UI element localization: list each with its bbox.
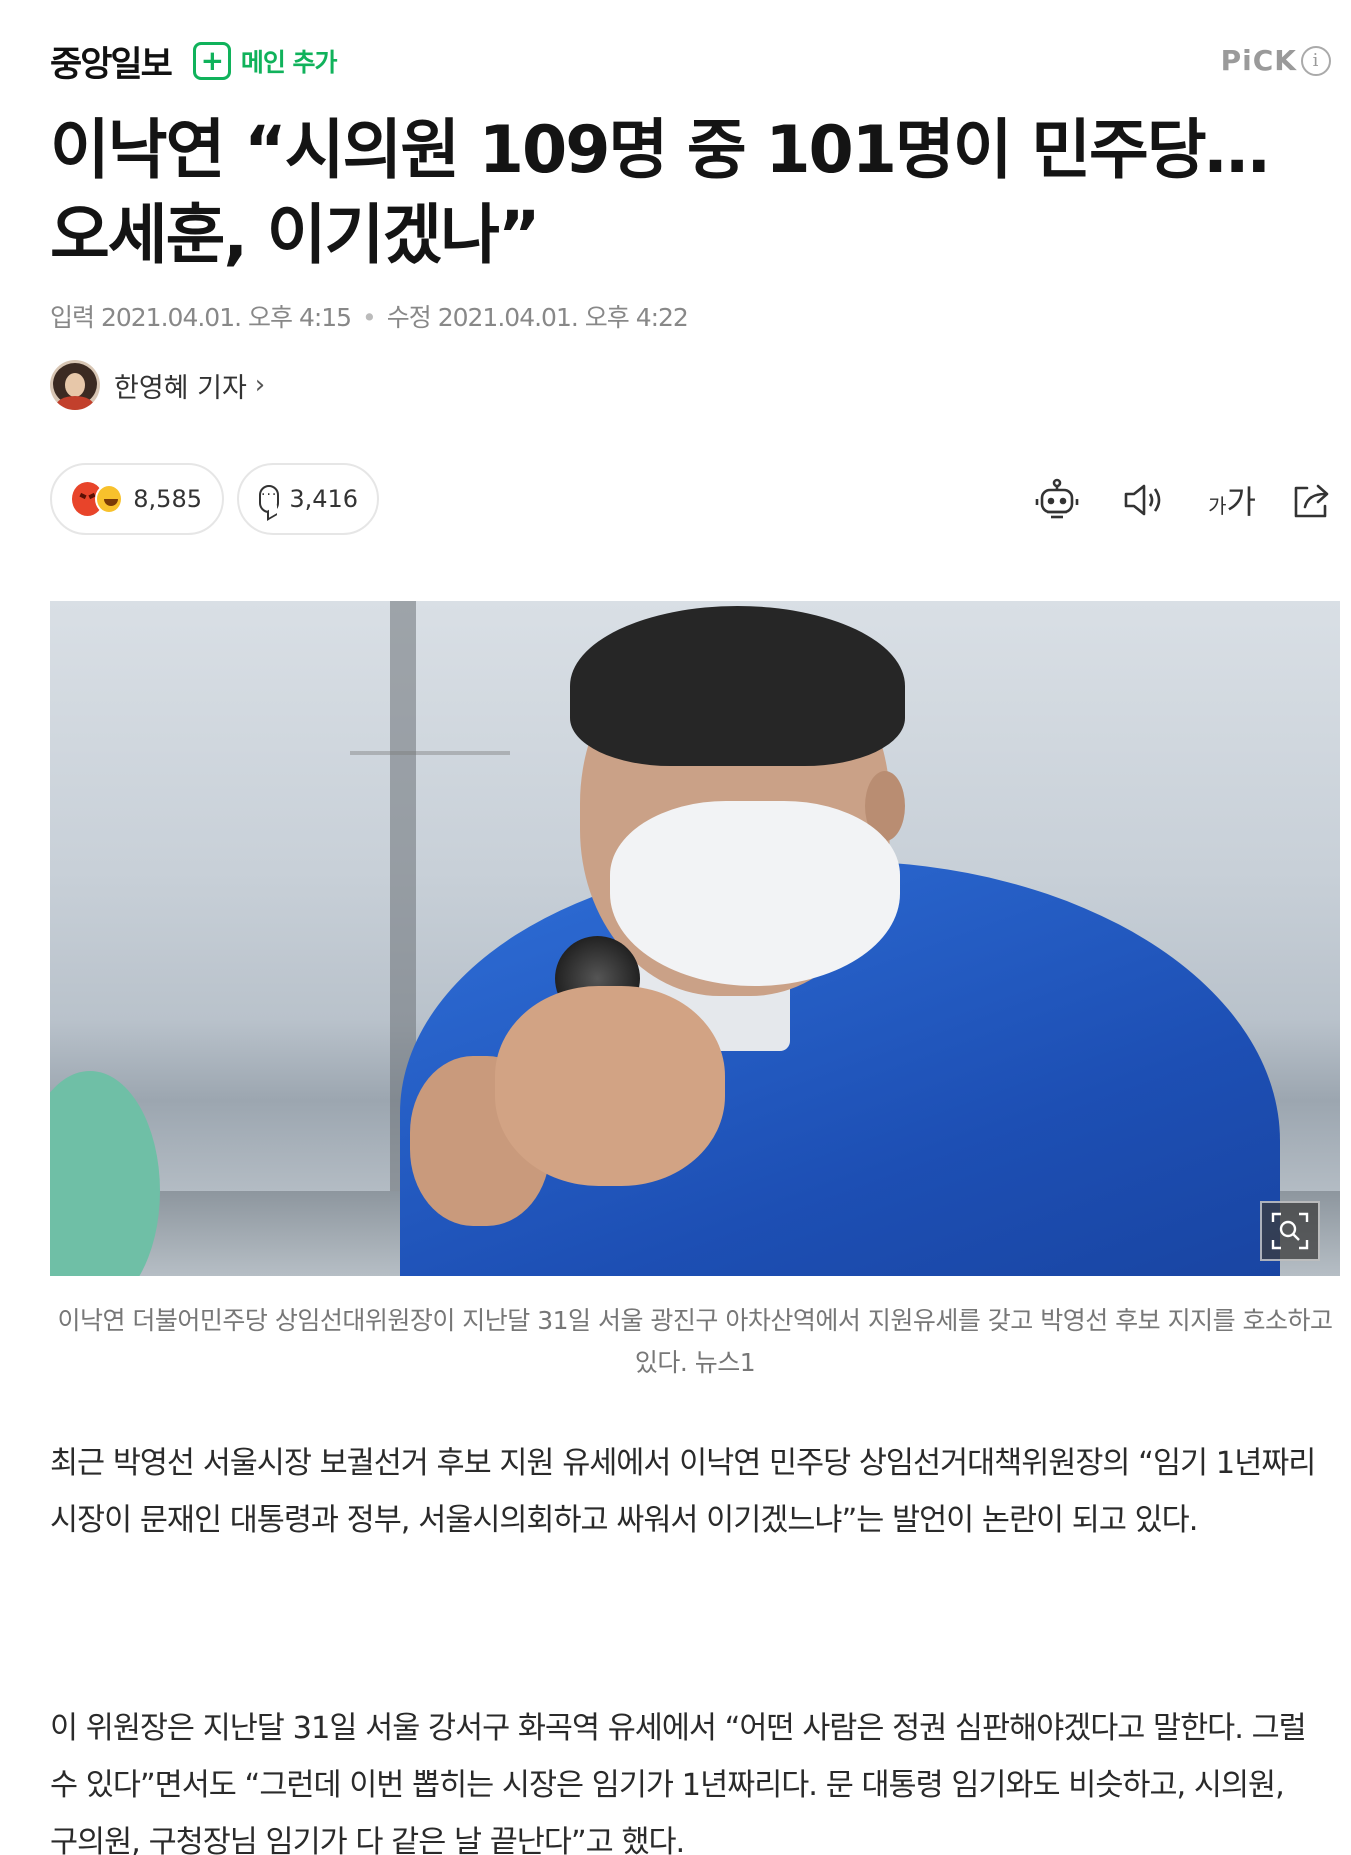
font-size-icon: 가가	[1208, 483, 1256, 521]
reporter-avatar	[50, 360, 100, 410]
input-label: 입력	[50, 303, 95, 332]
article-page: 중앙일보 + 메인 추가 PiCK i 이낙연 “시의원 109명 중 101명…	[0, 0, 1351, 1855]
pick-badge[interactable]: PiCK i	[1221, 44, 1331, 77]
pick-label: PiCK	[1220, 44, 1297, 77]
info-icon[interactable]: i	[1301, 45, 1331, 76]
comment-count: 3,416	[289, 485, 359, 513]
chevron-right-icon: ›	[254, 370, 266, 400]
modified-date: 2021.04.01. 오후 4:22	[437, 303, 689, 332]
read-aloud-button[interactable]	[1117, 470, 1171, 530]
add-main-label: 메인 추가	[240, 48, 338, 77]
share-icon	[1294, 484, 1329, 518]
separator-dot: •	[362, 303, 377, 332]
happy-face-icon	[95, 484, 124, 514]
modified-label: 수정	[386, 303, 432, 332]
comment-bubble-icon: ···	[259, 485, 280, 513]
share-button[interactable]	[1285, 470, 1339, 530]
press-logo[interactable]: 중앙일보	[50, 36, 173, 87]
article-paragraph: 최근 박영선 서울시장 보궐선거 후보 지원 유세에서 이낙연 민주당 상임선거…	[50, 1446, 1316, 1538]
photo-zoom-button[interactable]	[1260, 1201, 1320, 1261]
add-main-button[interactable]: + 메인 추가	[192, 42, 338, 80]
article-headline: 이낙연 “시의원 109명 중 101명이 민주당…오세훈, 이기겠나”	[50, 113, 1270, 273]
reaction-button[interactable]: 8,585	[50, 463, 224, 535]
font-size-button[interactable]: 가가	[1200, 470, 1264, 530]
plus-icon: +	[192, 42, 231, 80]
summary-bot-button[interactable]	[1030, 470, 1084, 530]
article-paragraph: 이 위원장은 지난달 31일 서울 강서구 화곡역 유세에서 “어떤 사람은 정…	[50, 1711, 1307, 1855]
photo-caption: 이낙연 더불어민주당 상임선대위원장이 지난달 31일 서울 광진구 아차산역에…	[57, 1306, 1333, 1377]
robot-summary-icon	[1035, 478, 1079, 519]
reporter-name: 한영혜 기자	[114, 372, 247, 404]
article-photo[interactable]	[50, 601, 1340, 1276]
comment-button[interactable]: ··· 3,416	[237, 463, 379, 535]
reaction-count: 8,585	[133, 485, 202, 513]
speaker-icon	[1124, 484, 1161, 516]
input-date: 2021.04.01. 오후 4:15	[100, 303, 352, 332]
press-header: 중앙일보 + 메인 추가	[50, 36, 338, 87]
reporter-link[interactable]: 한영혜 기자 ›	[50, 360, 265, 410]
article-dates: 입력 2021.04.01. 오후 4:15 • 수정 2021.04.01. …	[50, 298, 689, 334]
zoom-icon	[1271, 1212, 1309, 1250]
